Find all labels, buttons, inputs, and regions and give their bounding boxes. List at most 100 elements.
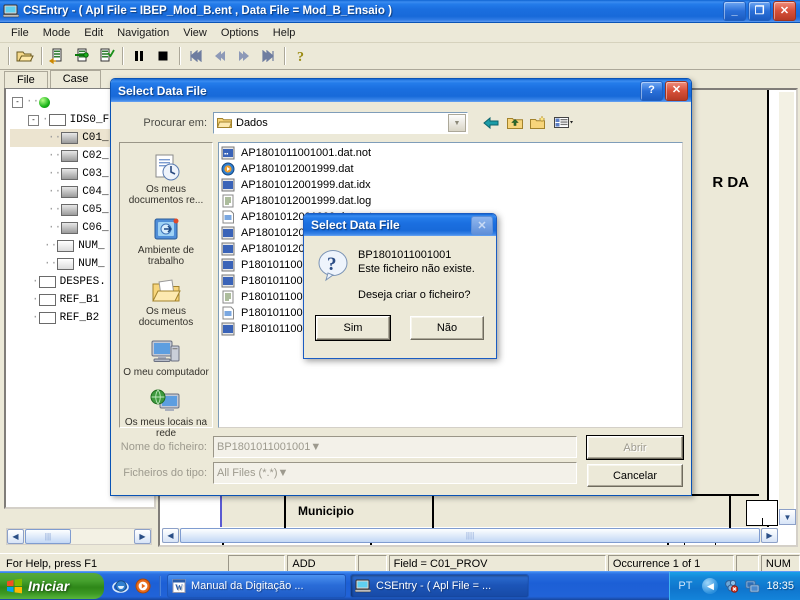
dialog-titlebar: Select Data File ? ✕ — [111, 79, 691, 102]
cell-divider — [432, 496, 434, 530]
dat-file-icon: ▪▪ — [221, 146, 237, 161]
group-icon — [48, 114, 66, 126]
chevron-down-icon[interactable]: ▼ — [448, 114, 466, 132]
taskbar-item-manual[interactable]: W Manual da Digitação ... — [167, 574, 346, 598]
look-in-combo[interactable]: Dados ▼ — [213, 112, 468, 134]
scroll-right-icon[interactable]: ▶ — [761, 528, 778, 543]
form-horizontal-scrollbar[interactable]: ◀ |||| ▶ — [162, 528, 778, 543]
scrollbar-thumb[interactable]: ||| — [25, 529, 71, 544]
tree-item-label: REF_B1 — [59, 294, 100, 306]
tree-horizontal-scrollbar[interactable]: ◀ ||| ▶ — [6, 528, 152, 545]
no-button[interactable]: Não — [410, 316, 484, 340]
scroll-left-icon[interactable]: ◀ — [162, 528, 179, 543]
file-list-item[interactable]: ▪▪ AP1801011001001.dat.not — [221, 145, 682, 161]
help-icon[interactable]: ? — [290, 46, 312, 67]
place-recent-documents[interactable]: Os meus documentos re... — [123, 151, 209, 206]
collapse-toggle-idso[interactable]: - — [28, 114, 39, 126]
chevron-down-icon[interactable]: ▼ — [278, 467, 289, 479]
screen: CSEntry - ( Apl File = IBEP_Mod_B.ent , … — [0, 0, 800, 600]
new-folder-icon[interactable] — [530, 116, 547, 130]
place-my-computer[interactable]: O meu computador — [123, 334, 209, 378]
dialog-help-button[interactable]: ? — [640, 80, 663, 101]
file-list-item[interactable]: AP1801012001999.dat — [221, 161, 682, 177]
views-icon[interactable] — [554, 116, 574, 130]
previous-icon[interactable] — [209, 46, 231, 67]
modify-case-icon[interactable] — [71, 46, 93, 67]
tab-case[interactable]: Case — [49, 70, 102, 89]
dialog-toolbar — [482, 116, 574, 130]
verify-case-icon[interactable] — [95, 46, 117, 67]
place-label: Os meus documentos re... — [128, 184, 204, 206]
minimize-button[interactable]: _ — [723, 1, 746, 21]
add-case-icon[interactable] — [47, 46, 69, 67]
file-name-row: Nome do ficheiro: BP1801011001001 ▼ — [119, 435, 577, 458]
media-file-icon — [221, 162, 237, 177]
chevron-down-icon[interactable]: ▼ — [310, 441, 321, 453]
file-not-exist-messagebox: Select Data File ✕ ? BP1801011001001 Est… — [303, 213, 497, 359]
scroll-left-icon[interactable]: ◀ — [7, 529, 24, 544]
file-type-select[interactable]: All Files (*.*) ▼ — [213, 461, 577, 484]
media-player-icon[interactable] — [135, 578, 151, 594]
form-vertical-scrollbar[interactable]: ▼ — [779, 92, 796, 525]
file-name-value: BP1801011001001 — [217, 440, 311, 453]
file-name-input[interactable]: BP1801011001001 ▼ — [213, 435, 577, 458]
menu-help[interactable]: Help — [266, 25, 303, 41]
field-icon — [61, 150, 79, 162]
dialog-close-button[interactable]: ✕ — [665, 80, 688, 101]
tree-item-label: REF_B2 — [59, 312, 100, 324]
next-icon[interactable] — [233, 46, 255, 67]
toolbar-separator — [284, 47, 285, 65]
file-list-item[interactable]: AP1801012001999.dat.log — [221, 193, 682, 209]
municipio-code-box[interactable] — [746, 500, 778, 526]
place-desktop[interactable]: Ambiente de trabalho — [123, 212, 209, 267]
place-my-documents[interactable]: Os meus documentos — [123, 273, 209, 328]
yes-button[interactable]: Sim — [315, 315, 391, 341]
dat-file-icon — [221, 226, 237, 241]
open-file-icon[interactable] — [14, 46, 36, 67]
collapse-toggle-root[interactable]: - — [12, 96, 23, 108]
svg-text:▪▪: ▪▪ — [224, 151, 228, 157]
clock[interactable]: 18:35 — [766, 580, 794, 592]
scroll-right-icon[interactable]: ▶ — [134, 529, 151, 544]
first-icon[interactable] — [185, 46, 207, 67]
open-button[interactable]: Abrir — [586, 435, 684, 460]
menu-navigation[interactable]: Navigation — [110, 25, 176, 41]
language-indicator[interactable]: PT — [678, 580, 692, 592]
ie-icon[interactable] — [112, 578, 129, 594]
dat-file-icon — [221, 274, 237, 289]
up-one-level-icon[interactable] — [507, 116, 523, 130]
main-toolbar: ? — [0, 43, 800, 70]
file-list-item[interactable]: AP1801012001999.dat.idx — [221, 177, 682, 193]
pause-icon[interactable] — [128, 46, 150, 67]
municipio-label: Municipio — [298, 504, 354, 518]
menu-view[interactable]: View — [176, 25, 214, 41]
network-tray-icon[interactable] — [745, 579, 760, 593]
dat-file-icon — [221, 178, 237, 193]
scrollbar-track[interactable] — [71, 529, 134, 544]
messagebox-body: ? BP1801011001001 Este ficheiro não exis… — [304, 236, 496, 302]
file-name: AP1801011001001.dat.not — [241, 147, 372, 159]
dat-file-icon — [221, 322, 237, 337]
place-network[interactable]: Os meus locais na rede — [123, 384, 209, 439]
menu-mode[interactable]: Mode — [36, 25, 78, 41]
menu-options[interactable]: Options — [214, 25, 266, 41]
scroll-down-icon[interactable]: ▼ — [779, 509, 796, 525]
menu-edit[interactable]: Edit — [77, 25, 110, 41]
start-button[interactable]: Iniciar — [0, 573, 104, 599]
antivirus-tray-icon[interactable] — [724, 579, 739, 593]
taskbar-item-csentry[interactable]: CSEntry - ( Apl File = ... — [350, 574, 529, 598]
scrollbar-thumb[interactable]: |||| — [180, 528, 760, 543]
toolbar-separator — [122, 47, 123, 65]
cancel-button[interactable]: Cancelar — [587, 464, 683, 487]
last-icon[interactable] — [257, 46, 279, 67]
chevron-left-icon[interactable]: ◀ — [702, 578, 719, 594]
back-icon[interactable] — [482, 116, 500, 130]
restore-button[interactable]: ❐ — [748, 1, 771, 21]
close-button[interactable]: ✕ — [773, 1, 796, 21]
system-tray: PT ◀ 18:35 — [669, 572, 800, 600]
taskbar-item-label: Manual da Digitação ... — [191, 580, 304, 592]
menu-file[interactable]: File — [4, 25, 36, 41]
file-name: AP1801012001999.dat — [241, 163, 354, 175]
my-computer-icon — [123, 334, 209, 366]
stop-icon[interactable] — [152, 46, 174, 67]
